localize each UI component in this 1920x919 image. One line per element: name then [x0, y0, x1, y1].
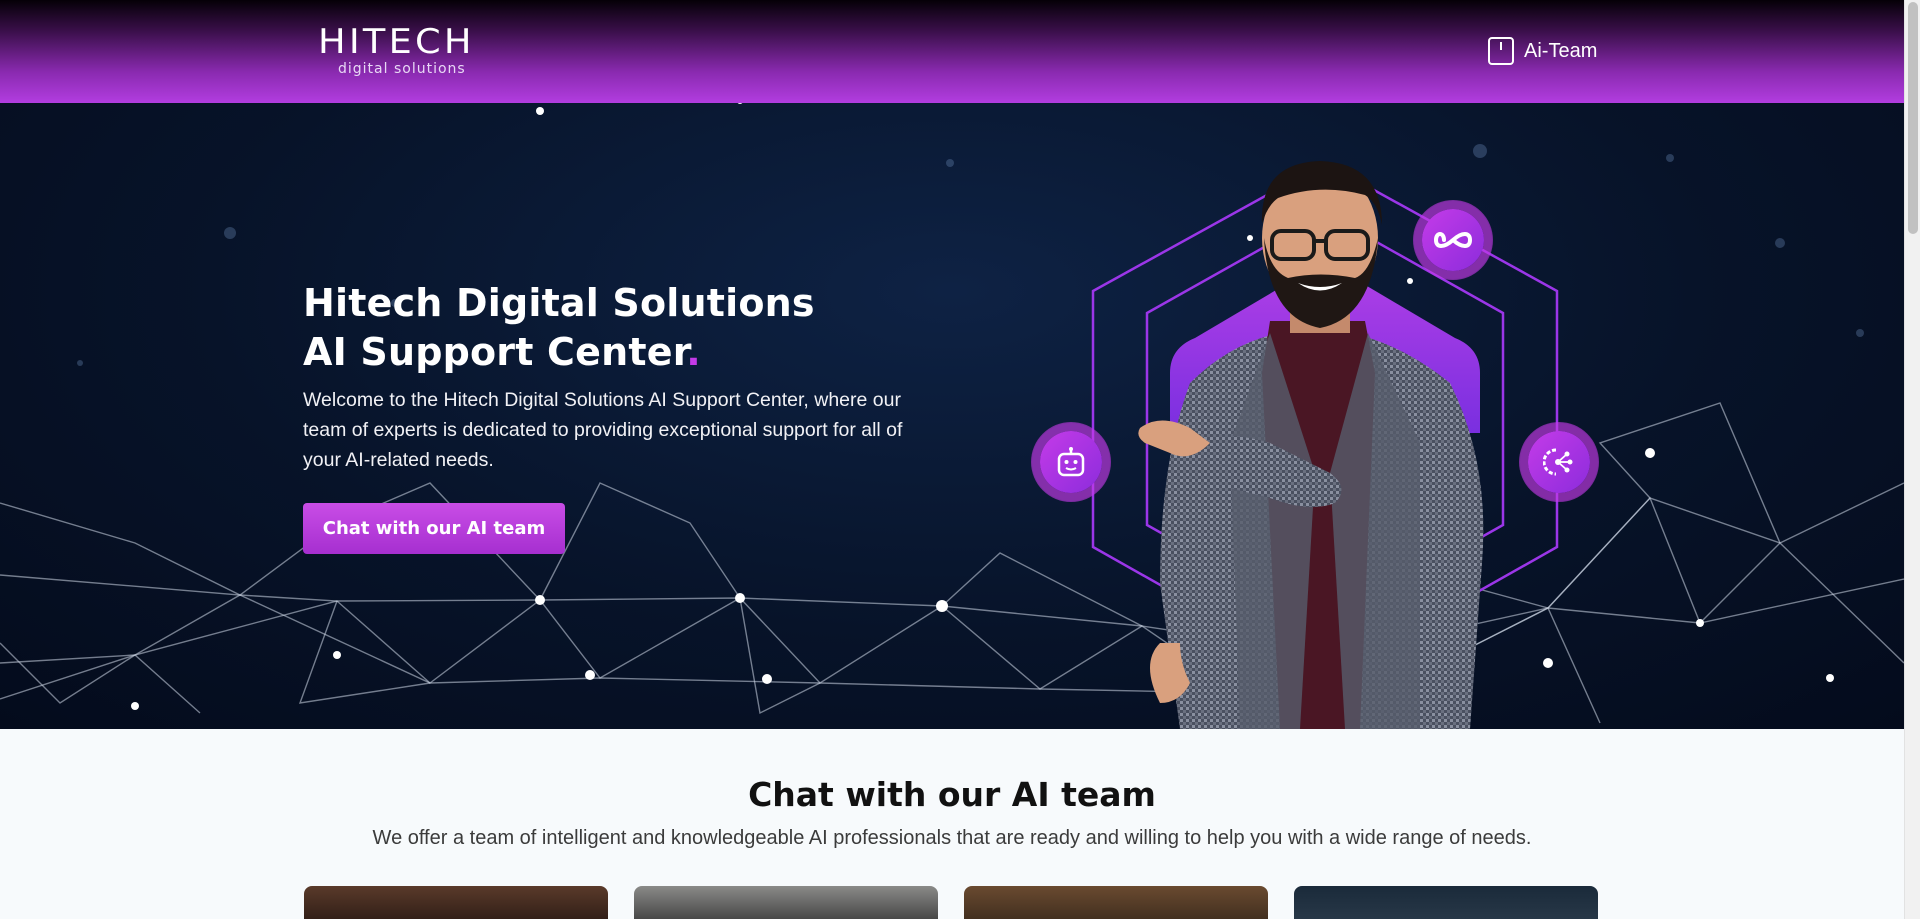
- chat-with-ai-team-button[interactable]: Chat with our AI team: [303, 503, 565, 554]
- hitech-logo[interactable]: HITECH digital solutions: [318, 22, 542, 77]
- ai-team-card-2[interactable]: [634, 886, 938, 919]
- page-scrollbar[interactable]: [1904, 0, 1920, 919]
- hero-title: Hitech Digital Solutions AI Support Cent…: [303, 279, 815, 377]
- hero-title-line2: AI Support Center: [303, 330, 687, 374]
- tablet-icon: [1488, 37, 1514, 65]
- nav-ai-team-link[interactable]: Ai-Team: [1488, 36, 1597, 66]
- logo-tagline: digital solutions: [338, 61, 466, 77]
- ai-team-card-3[interactable]: [964, 886, 1268, 919]
- hero-section: Hitech Digital Solutions AI Support Cent…: [0, 103, 1904, 729]
- robot-icon: [1057, 447, 1085, 477]
- hero-title-line1: Hitech Digital Solutions: [303, 281, 815, 325]
- section-subtitle: We offer a team of intelligent and knowl…: [372, 827, 1532, 849]
- section-title: Chat with our AI team: [748, 775, 1156, 814]
- network-feature-icon: [1528, 431, 1590, 493]
- hero-description: Welcome to the Hitech Digital Solutions …: [303, 389, 903, 471]
- site-header: HITECH digital solutions Ai-Team: [0, 0, 1904, 103]
- support-agent-photo: [1138, 161, 1484, 729]
- nav-ai-team-label: Ai-Team: [1524, 39, 1598, 62]
- hero-title-dot: .: [686, 330, 701, 374]
- network-icon: [1543, 448, 1573, 476]
- ai-team-card-1[interactable]: [304, 886, 608, 919]
- logo-wordmark: HITECH: [318, 22, 475, 62]
- scrollbar-thumb[interactable]: [1908, 2, 1918, 234]
- ai-team-card-4[interactable]: [1294, 886, 1598, 919]
- robot-feature-icon: [1040, 431, 1102, 493]
